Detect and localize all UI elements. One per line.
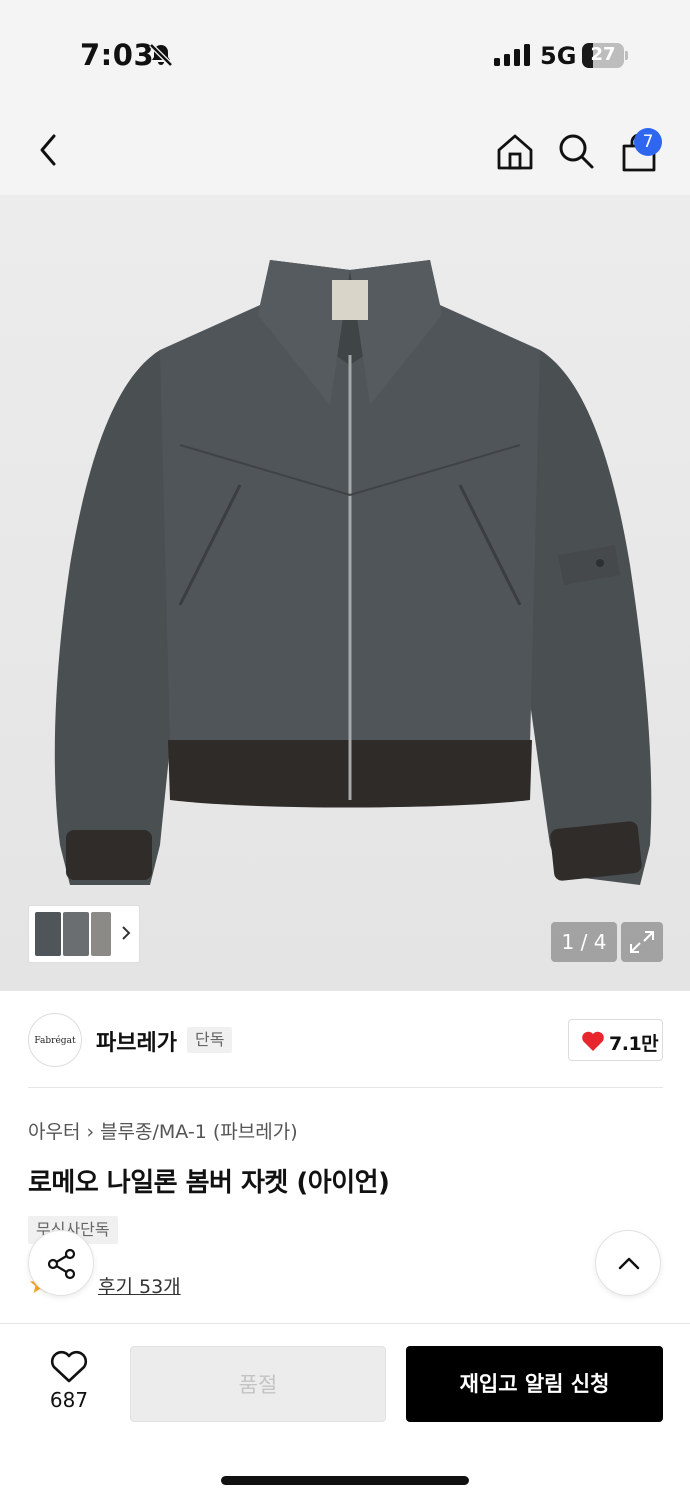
- home-icon[interactable]: [495, 132, 535, 172]
- search-icon[interactable]: [557, 132, 595, 170]
- product-image-gallery[interactable]: 1 / 4: [0, 195, 690, 990]
- exclusive-tag: 단독: [187, 1027, 233, 1053]
- expand-button[interactable]: [621, 922, 663, 962]
- brand-like-count: 7.1만: [609, 1033, 659, 1055]
- share-icon: [47, 1248, 76, 1280]
- expand-icon: [630, 931, 654, 953]
- soldout-button: 품절: [130, 1346, 386, 1422]
- wishlist-count: 687: [49, 1388, 89, 1412]
- breadcrumb: 아우터 › 블루종/MA-1 (파브레가): [28, 1117, 298, 1144]
- chevron-right-icon: ›: [86, 1121, 95, 1143]
- brand-row[interactable]: Fabrégat 파브레가 단독 7.1만: [0, 990, 690, 1090]
- thumbnail-3[interactable]: [91, 912, 111, 956]
- chevron-up-icon: [618, 1257, 640, 1270]
- brand-like-button[interactable]: 7.1만: [568, 1019, 663, 1061]
- status-time: 7:03: [80, 38, 155, 72]
- thumbnail-2[interactable]: [63, 912, 89, 956]
- breadcrumb-item[interactable]: 아우터: [28, 1121, 80, 1143]
- product-image: [54, 260, 652, 885]
- scroll-to-top-button[interactable]: [595, 1230, 661, 1296]
- thumbnail-1[interactable]: [35, 912, 61, 956]
- brand-name[interactable]: 파브레가: [96, 1025, 177, 1057]
- back-icon[interactable]: [30, 132, 66, 168]
- bell-slash-icon: [149, 43, 173, 67]
- status-bar: 7:03 5G 27: [0, 0, 690, 110]
- wishlist-button[interactable]: 687: [28, 1346, 110, 1428]
- battery-icon: 27: [582, 43, 628, 68]
- review-link[interactable]: 후기 53개: [98, 1272, 181, 1299]
- signal-icon: [494, 44, 530, 66]
- thumbnail-strip[interactable]: [28, 905, 140, 963]
- restock-alert-button[interactable]: 재입고 알림 신청: [406, 1346, 663, 1422]
- cart-count-badge: 7: [634, 128, 662, 156]
- home-indicator: [221, 1476, 469, 1485]
- chevron-right-icon[interactable]: [117, 922, 135, 944]
- heart-icon: [582, 1031, 604, 1051]
- battery-level: 27: [590, 44, 616, 65]
- brand-logo[interactable]: Fabrégat: [28, 1013, 82, 1067]
- bottom-action-bar: 687 품절 재입고 알림 신청: [0, 1323, 690, 1500]
- heart-outline-icon: [50, 1350, 88, 1383]
- divider: [28, 1087, 663, 1088]
- breadcrumb-item[interactable]: 블루종/MA-1 (파브레가): [100, 1121, 298, 1143]
- share-button[interactable]: [28, 1230, 94, 1296]
- product-title: 로메오 나일론 봄버 자켓 (아이언): [28, 1168, 390, 1198]
- network-label: 5G: [540, 42, 577, 70]
- top-nav: [0, 110, 690, 195]
- image-page-counter: 1 / 4: [551, 922, 617, 962]
